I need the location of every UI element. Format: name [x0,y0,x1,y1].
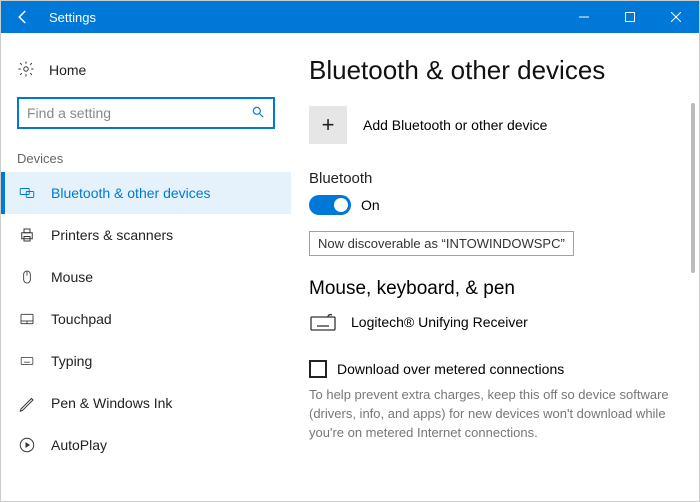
sidebar-item-typing[interactable]: Typing [1,340,291,382]
sidebar-item-bluetooth[interactable]: Bluetooth & other devices [1,172,291,214]
typing-icon [17,351,37,371]
title-bar: Settings [1,1,699,33]
gear-icon [17,60,35,81]
search-box[interactable] [17,97,275,129]
sidebar-item-label: Typing [51,353,92,369]
sidebar-item-label: Bluetooth & other devices [51,185,211,201]
search-container [1,97,291,129]
device-name: Logitech® Unifying Receiver [351,314,528,330]
sidebar-item-label: Touchpad [51,311,112,327]
metered-checkbox[interactable] [309,360,327,378]
close-button[interactable] [653,1,699,33]
autoplay-icon [17,435,37,455]
sidebar-item-touchpad[interactable]: Touchpad [1,298,291,340]
content-area: Home Devices Bluetooth & other devices P… [1,33,699,501]
window-title: Settings [49,10,561,25]
bluetooth-toggle-row: On [309,195,679,215]
sidebar-item-autoplay[interactable]: AutoPlay [1,424,291,466]
sidebar-item-pen[interactable]: Pen & Windows Ink [1,382,291,424]
search-input[interactable] [27,105,251,121]
metered-help-text: To help prevent extra charges, keep this… [309,386,679,443]
sidebar-section-label: Devices [1,151,291,166]
sidebar-item-label: Printers & scanners [51,227,173,243]
bluetooth-devices-icon [17,183,37,203]
bluetooth-toggle[interactable] [309,195,351,215]
scrollbar[interactable] [691,103,695,273]
sidebar-item-mouse[interactable]: Mouse [1,256,291,298]
bluetooth-label: Bluetooth [309,170,679,187]
sidebar-item-label: Pen & Windows Ink [51,395,172,411]
sidebar-item-label: Mouse [51,269,93,285]
add-device-button[interactable]: + Add Bluetooth or other device [309,106,679,144]
discoverable-status: Now discoverable as “INTOWINDOWSPC” [309,231,574,256]
bluetooth-state: On [361,197,380,213]
minimize-button[interactable] [561,1,607,33]
maximize-button[interactable] [607,1,653,33]
metered-checkbox-row[interactable]: Download over metered connections [309,360,679,378]
window-controls [561,1,699,33]
sidebar-item-label: AutoPlay [51,437,107,453]
device-item[interactable]: Logitech® Unifying Receiver [309,312,679,332]
back-button[interactable] [1,1,45,33]
keyboard-icon [309,312,337,332]
page-title: Bluetooth & other devices [309,55,679,86]
printer-icon [17,225,37,245]
home-label: Home [49,62,86,78]
search-icon [251,105,265,122]
mouse-icon [17,267,37,287]
plus-icon: + [309,106,347,144]
touchpad-icon [17,309,37,329]
add-device-label: Add Bluetooth or other device [363,117,547,133]
section-mouse-title: Mouse, keyboard, & pen [309,278,679,300]
metered-label: Download over metered connections [337,361,564,377]
sidebar-home[interactable]: Home [1,49,291,91]
sidebar-item-printers[interactable]: Printers & scanners [1,214,291,256]
pen-icon [17,393,37,413]
sidebar: Home Devices Bluetooth & other devices P… [1,33,291,501]
main-panel: Bluetooth & other devices + Add Bluetoot… [291,33,699,501]
